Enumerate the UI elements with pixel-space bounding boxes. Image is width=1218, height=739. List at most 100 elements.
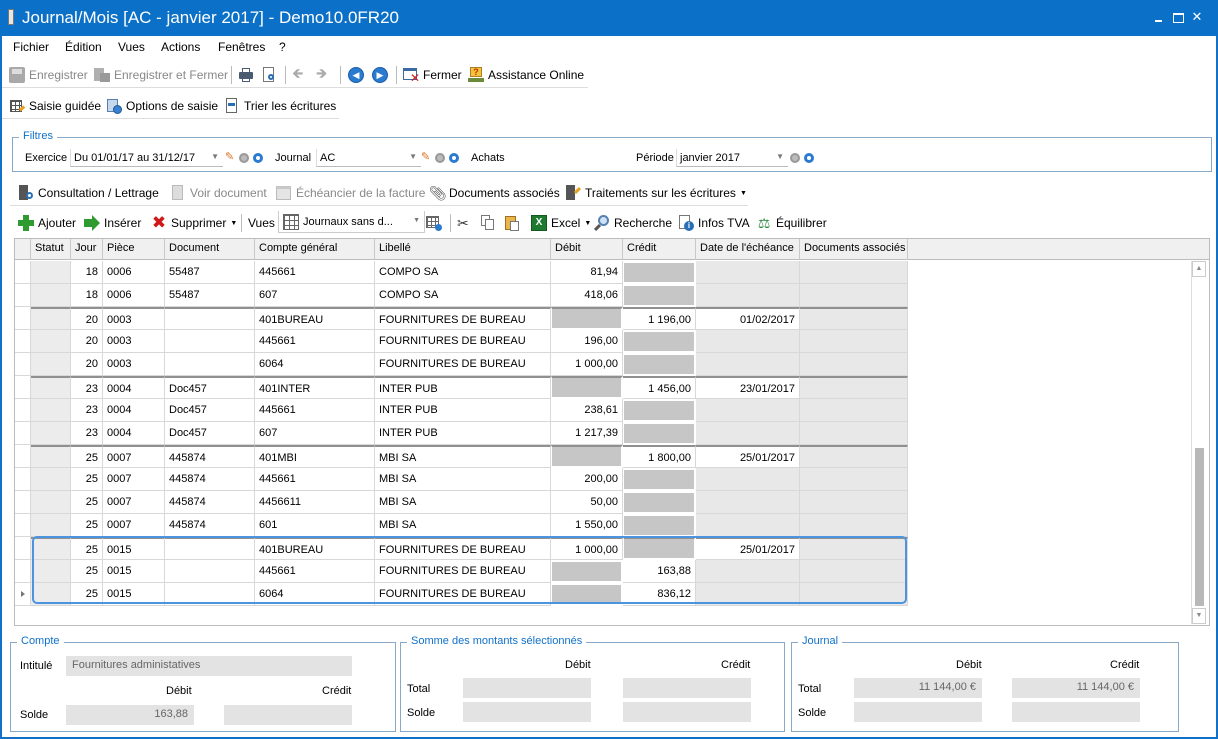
cell-compte[interactable]: 6064 bbox=[255, 583, 375, 606]
cell-jour[interactable]: 20 bbox=[71, 307, 103, 330]
previous-button[interactable]: ◀ bbox=[348, 66, 364, 84]
schedule-button[interactable]: Échéancier de la facture bbox=[276, 184, 425, 202]
cell-document[interactable]: 445874 bbox=[165, 514, 255, 537]
column-header-documents[interactable]: Documents associés bbox=[800, 239, 908, 260]
cell-statut[interactable] bbox=[31, 560, 71, 583]
cell-statut[interactable] bbox=[31, 330, 71, 353]
column-header-jour[interactable]: Jour bbox=[71, 239, 103, 260]
cell-libelle[interactable]: FOURNITURES DE BUREAU bbox=[375, 353, 551, 376]
cell-credit[interactable] bbox=[623, 468, 696, 491]
table-row[interactable]: 23 0004 Doc457 401INTER INTER PUB 1 456,00 23/… bbox=[15, 376, 908, 399]
cell-compte[interactable]: 445661 bbox=[255, 330, 375, 353]
cell-piece[interactable]: 0015 bbox=[103, 560, 165, 583]
cell-docs[interactable] bbox=[800, 399, 908, 422]
cell-jour[interactable]: 25 bbox=[71, 468, 103, 491]
cell-credit[interactable] bbox=[623, 537, 696, 560]
cell-docs[interactable] bbox=[800, 583, 908, 606]
cell-piece[interactable]: 0007 bbox=[103, 514, 165, 537]
entry-options-button[interactable]: Options de saisie bbox=[106, 97, 218, 115]
minimize-button[interactable] bbox=[1152, 10, 1166, 24]
cell-docs[interactable] bbox=[800, 261, 908, 284]
cell-debit[interactable]: 200,00 bbox=[551, 468, 623, 491]
table-row[interactable]: 18 0006 55487 607 COMPO SA 418,06 bbox=[15, 284, 908, 307]
cell-libelle[interactable]: FOURNITURES DE BUREAU bbox=[375, 330, 551, 353]
delete-button[interactable]: ✖ Supprimer ▼ bbox=[151, 214, 237, 232]
table-row[interactable]: 20 0003 445661 FOURNITURES DE BUREAU 196,00 bbox=[15, 330, 908, 353]
cell-credit[interactable]: 836,12 bbox=[623, 583, 696, 606]
menu-fenetres[interactable]: Fenêtres bbox=[218, 40, 265, 54]
cell-document[interactable] bbox=[165, 537, 255, 560]
menu-help[interactable]: ? bbox=[279, 40, 286, 54]
cell-credit[interactable] bbox=[623, 422, 696, 445]
cell-echeance[interactable] bbox=[696, 422, 800, 445]
cell-credit[interactable] bbox=[623, 284, 696, 307]
table-row[interactable]: 25 0015 401BUREAU FOURNITURES DE BUREAU 1 00… bbox=[15, 537, 908, 560]
cell-statut[interactable] bbox=[31, 261, 71, 284]
cell-piece[interactable]: 0003 bbox=[103, 353, 165, 376]
cell-debit[interactable] bbox=[551, 560, 623, 583]
table-row[interactable]: 25 0015 6064 FOURNITURES DE BUREAU 836,12 bbox=[15, 583, 908, 606]
print-button[interactable] bbox=[238, 66, 254, 84]
cell-echeance[interactable] bbox=[696, 399, 800, 422]
menu-actions[interactable]: Actions bbox=[161, 40, 200, 54]
cell-statut[interactable] bbox=[31, 491, 71, 514]
cell-credit[interactable]: 1 456,00 bbox=[623, 376, 696, 399]
cell-libelle[interactable]: MBI SA bbox=[375, 514, 551, 537]
cell-docs[interactable] bbox=[800, 330, 908, 353]
balance-button[interactable]: ⚖ Équilibrer bbox=[756, 214, 827, 232]
cell-credit[interactable] bbox=[623, 353, 696, 376]
cell-compte[interactable]: 607 bbox=[255, 422, 375, 445]
cell-echeance[interactable]: 23/01/2017 bbox=[696, 376, 800, 399]
cell-docs[interactable] bbox=[800, 376, 908, 399]
cell-piece[interactable]: 0003 bbox=[103, 307, 165, 330]
cell-statut[interactable] bbox=[31, 307, 71, 330]
cell-piece[interactable]: 0007 bbox=[103, 491, 165, 514]
cell-docs[interactable] bbox=[800, 491, 908, 514]
cell-jour[interactable]: 18 bbox=[71, 261, 103, 284]
cell-libelle[interactable]: MBI SA bbox=[375, 445, 551, 468]
cell-jour[interactable]: 20 bbox=[71, 353, 103, 376]
copy-button[interactable] bbox=[480, 214, 496, 232]
cell-credit[interactable] bbox=[623, 491, 696, 514]
cell-compte[interactable]: 401INTER bbox=[255, 376, 375, 399]
column-header-document[interactable]: Document bbox=[165, 239, 255, 260]
save-close-button[interactable]: Enregistrer et Fermer bbox=[94, 66, 228, 84]
column-header-echeance[interactable]: Date de l'échéance bbox=[696, 239, 800, 260]
cell-statut[interactable] bbox=[31, 284, 71, 307]
table-row[interactable]: 20 0003 6064 FOURNITURES DE BUREAU 1 000,00 bbox=[15, 353, 908, 376]
menu-vues[interactable]: Vues bbox=[118, 40, 145, 54]
add-button[interactable]: Ajouter bbox=[18, 214, 76, 232]
column-header-credit[interactable]: Crédit bbox=[623, 239, 696, 260]
cell-libelle[interactable]: MBI SA bbox=[375, 468, 551, 491]
close-window-button[interactable]: ✕ bbox=[1190, 10, 1204, 24]
cell-jour[interactable]: 25 bbox=[71, 491, 103, 514]
assistance-online-button[interactable]: ? Assistance Online bbox=[468, 66, 584, 84]
next-button[interactable]: ▶ bbox=[372, 66, 388, 84]
cell-document[interactable] bbox=[165, 307, 255, 330]
maximize-button[interactable] bbox=[1171, 10, 1185, 24]
cell-piece[interactable]: 0006 bbox=[103, 284, 165, 307]
cell-debit[interactable]: 1 000,00 bbox=[551, 353, 623, 376]
cell-libelle[interactable]: FOURNITURES DE BUREAU bbox=[375, 537, 551, 560]
cell-libelle[interactable]: FOURNITURES DE BUREAU bbox=[375, 560, 551, 583]
cell-echeance[interactable] bbox=[696, 353, 800, 376]
cell-debit[interactable]: 196,00 bbox=[551, 330, 623, 353]
associated-documents-button[interactable]: 📎︎ Documents associés bbox=[429, 184, 560, 202]
column-settings-button[interactable] bbox=[426, 214, 442, 232]
cell-statut[interactable] bbox=[31, 468, 71, 491]
cell-statut[interactable] bbox=[31, 583, 71, 606]
cell-docs[interactable] bbox=[800, 468, 908, 491]
column-header-libelle[interactable]: Libellé bbox=[375, 239, 551, 260]
edit-pencil-icon[interactable]: ✎ bbox=[421, 150, 431, 163]
column-header-statut[interactable]: Statut bbox=[31, 239, 71, 260]
cell-libelle[interactable]: FOURNITURES DE BUREAU bbox=[375, 307, 551, 330]
cell-jour[interactable]: 20 bbox=[71, 330, 103, 353]
cell-echeance[interactable] bbox=[696, 583, 800, 606]
cell-document[interactable]: Doc457 bbox=[165, 399, 255, 422]
guided-entry-button[interactable]: Saisie guidée bbox=[9, 97, 101, 115]
menu-edition[interactable]: Édition bbox=[65, 40, 102, 54]
paste-button[interactable] bbox=[504, 214, 520, 232]
cell-echeance[interactable] bbox=[696, 560, 800, 583]
scrollbar-thumb[interactable] bbox=[1195, 448, 1204, 606]
vertical-scrollbar[interactable]: ▲ ▼ bbox=[1191, 261, 1206, 624]
